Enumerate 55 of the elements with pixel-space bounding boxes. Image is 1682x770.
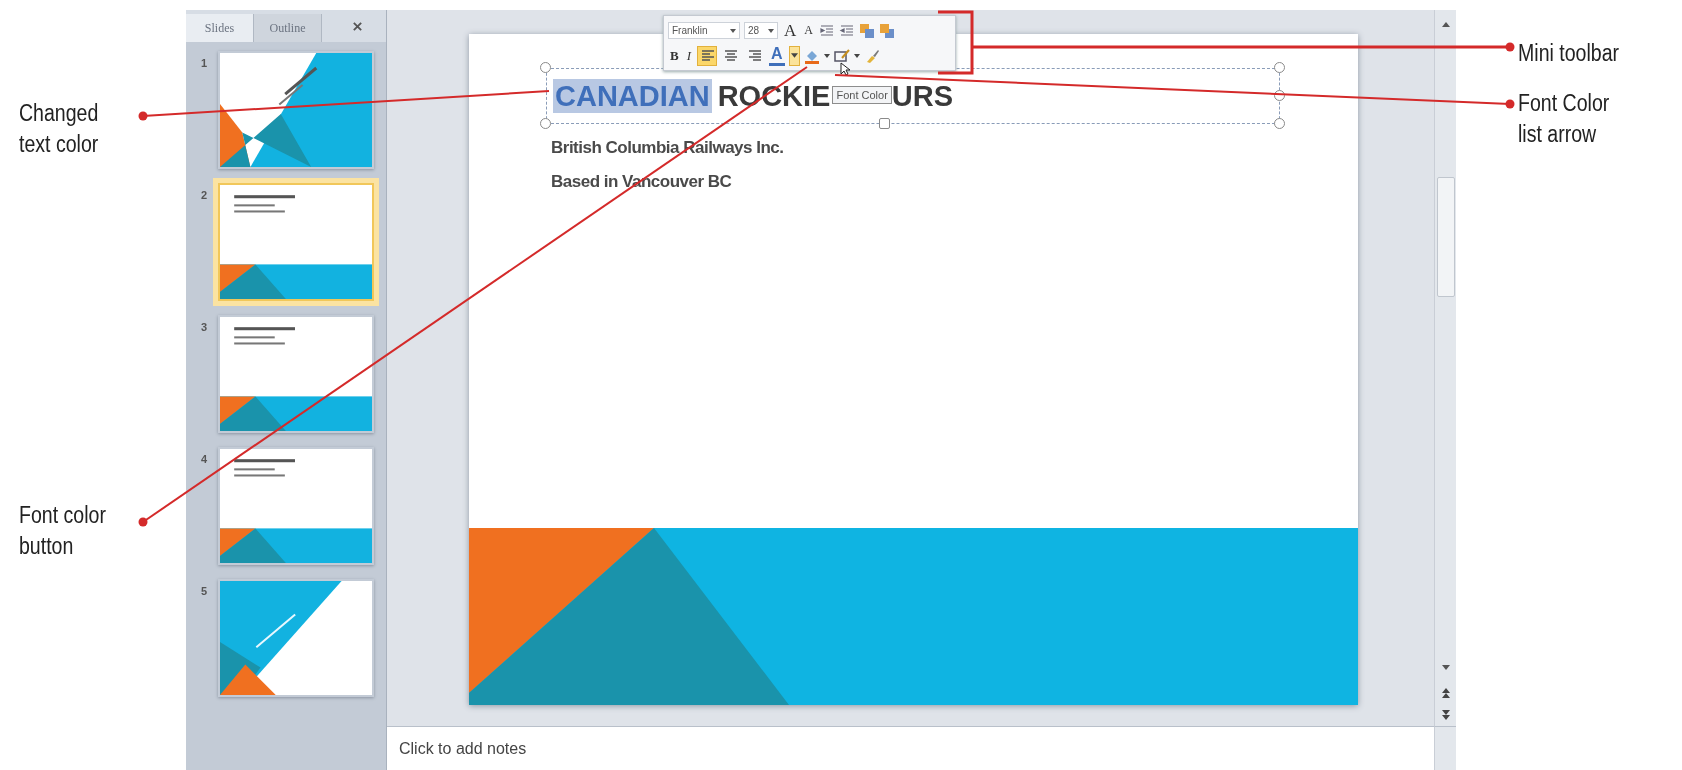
slide-thumbnail[interactable]: [218, 51, 374, 169]
align-left-button[interactable]: [697, 45, 717, 66]
outline-icon[interactable]: [833, 47, 850, 64]
font-dropdown[interactable]: Franklin: [668, 22, 740, 39]
callout-label: Font color button: [19, 501, 106, 561]
notes-field[interactable]: Click to add notes: [387, 726, 1434, 770]
italic-button[interactable]: I: [684, 45, 693, 66]
slide-number: 5: [199, 584, 209, 597]
tooltip: Font Color: [832, 86, 892, 104]
resize-handle[interactable]: [1274, 118, 1285, 129]
grow-font-button[interactable]: A: [782, 20, 799, 41]
callout-label: Font Color list arrow: [1518, 89, 1610, 149]
slide-number: 1: [199, 56, 209, 69]
resize-handle[interactable]: [1274, 62, 1285, 73]
align-right-icon: [748, 49, 762, 62]
callout-label: Mini toolbar: [1518, 39, 1620, 68]
slide-thumbnail[interactable]: [218, 447, 374, 565]
font-color-button[interactable]: A: [769, 45, 785, 66]
scroll-thumb[interactable]: [1436, 177, 1455, 297]
caret-icon[interactable]: [853, 53, 860, 58]
callout-label: Changed text color: [19, 99, 99, 159]
slide-number: 2: [199, 188, 209, 201]
scrollbar[interactable]: [1434, 726, 1456, 770]
slide-thumbnail[interactable]: [218, 315, 374, 433]
slide-number: 4: [199, 452, 209, 465]
next-slide-icon[interactable]: [1441, 710, 1450, 720]
resize-handle[interactable]: [879, 118, 890, 129]
panel-tab[interactable]: Slides: [186, 14, 254, 42]
resize-handle[interactable]: [1274, 90, 1285, 101]
align-center-icon: [724, 49, 738, 62]
caret-icon[interactable]: [823, 53, 830, 58]
font-size: 28: [748, 25, 760, 36]
font-size-dropdown[interactable]: 28: [744, 22, 778, 39]
resize-handle[interactable]: [540, 62, 551, 73]
close-icon[interactable]: [352, 20, 363, 32]
caret-icon: [790, 53, 798, 58]
font-name: Franklin: [672, 25, 708, 36]
shapes-icon[interactable]: [858, 22, 875, 39]
scrollbar[interactable]: [1434, 10, 1456, 726]
shapes-icon[interactable]: [878, 22, 895, 39]
title-text: CANADIAN: [553, 79, 712, 113]
slide-thumbnail[interactable]: [218, 579, 374, 697]
align-left-icon: [701, 49, 715, 62]
bold-button[interactable]: B: [668, 45, 681, 66]
scroll-up-icon[interactable]: [1441, 22, 1450, 27]
indent-icon[interactable]: [818, 22, 835, 39]
previous-slide-icon[interactable]: [1441, 688, 1450, 698]
title-text: URS: [891, 79, 954, 113]
font-color-arrow-button[interactable]: [788, 45, 800, 66]
scroll-down-icon[interactable]: [1441, 665, 1450, 670]
resize-handle[interactable]: [540, 118, 551, 129]
indent-icon[interactable]: [838, 22, 855, 39]
subtitle-text: British Columbia Railways Inc.: [551, 138, 785, 158]
slide-number: 3: [199, 320, 209, 333]
shrink-font-button[interactable]: A: [802, 20, 815, 41]
